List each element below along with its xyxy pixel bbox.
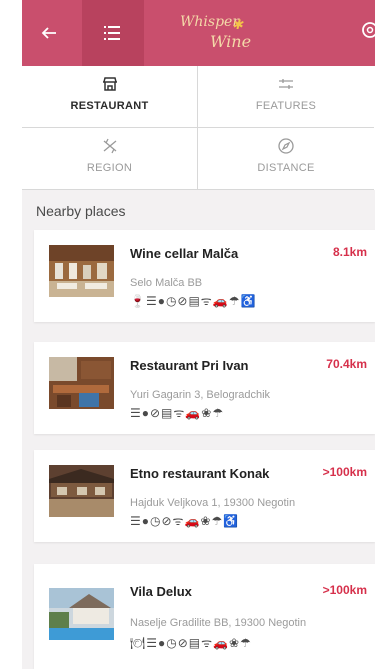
place-name: Vila Delux xyxy=(130,584,192,599)
place-photo xyxy=(49,245,114,297)
filter-features[interactable]: FEATURES xyxy=(198,66,374,128)
settings-button[interactable] xyxy=(359,20,375,46)
place-address: Hajduk Veljkova 1, 19300 Negotin xyxy=(130,497,296,509)
amenity-icons: 🍷☰●◷⊘▤ᯤ🚗☂♿ xyxy=(130,294,257,308)
filter-grid: RESTAURANT FEATURES REGION DISTANCE xyxy=(22,66,375,190)
filter-label: FEATURES xyxy=(255,100,317,112)
section-title: Nearby places xyxy=(36,203,126,219)
place-name: Wine cellar Malča xyxy=(130,246,239,261)
arrow-left-icon xyxy=(41,27,56,39)
filter-distance[interactable]: DISTANCE xyxy=(198,128,374,190)
place-photo xyxy=(49,357,114,409)
place-photo xyxy=(49,588,114,640)
place-card[interactable]: Vila Delux >100km Naselje Gradilite BB, … xyxy=(34,564,375,669)
place-card[interactable]: Wine cellar Malča 8.1km Selo Malča BB 🍷☰… xyxy=(34,230,375,322)
place-distance: 8.1km xyxy=(332,245,367,259)
list-icon xyxy=(104,26,120,40)
filter-label: RESTAURANT xyxy=(70,100,149,112)
place-photo xyxy=(49,465,114,517)
back-button[interactable] xyxy=(32,18,66,48)
compass-icon xyxy=(278,138,294,154)
map-marker-icon xyxy=(103,138,116,154)
place-address: Selo Malča BB xyxy=(130,277,203,289)
restaurant-icon xyxy=(102,77,117,91)
app-logo: Whisper ✱ Wine xyxy=(172,12,282,54)
amenity-icons: ☰●⊘▤ᯤ🚗❀☂ xyxy=(130,406,225,420)
filter-restaurant[interactable]: RESTAURANT xyxy=(22,66,198,128)
logo-star-icon: ✱ xyxy=(232,18,243,33)
sliders-icon xyxy=(279,79,293,89)
app-header: Whisper ✱ Wine xyxy=(22,0,375,66)
app-screen: Whisper ✱ Wine RESTAURANT FEATURES REGIO… xyxy=(22,0,375,669)
place-card[interactable]: Restaurant Pri Ivan 70.4km Yuri Gagarin … xyxy=(34,342,375,434)
menu-button[interactable] xyxy=(82,0,144,66)
filter-label: DISTANCE xyxy=(257,162,315,174)
place-address: Yuri Gagarin 3, Belogradchik xyxy=(130,389,271,401)
amenity-icons: 🍽☰●◷⊘▤ᯤ🚗❀☂ xyxy=(130,636,252,650)
logo-line-1: Whisper xyxy=(180,14,240,30)
place-name: Restaurant Pri Ivan xyxy=(130,358,249,373)
filter-label: REGION xyxy=(86,162,133,174)
place-card[interactable]: Etno restaurant Konak >100km Hajduk Velj… xyxy=(34,450,375,542)
place-distance: >100km xyxy=(322,583,367,597)
filter-region[interactable]: REGION xyxy=(22,128,198,190)
place-name: Etno restaurant Konak xyxy=(130,466,270,481)
place-address: Naselje Gradilite BB, 19300 Negotin xyxy=(130,617,307,629)
logo-line-2: Wine xyxy=(210,32,252,51)
place-distance: >100km xyxy=(322,465,367,479)
place-distance: 70.4km xyxy=(326,357,367,371)
amenity-icons: ☰●◷⊘ᯤ🚗❀☂♿ xyxy=(130,514,240,528)
gear-icon xyxy=(362,22,375,38)
